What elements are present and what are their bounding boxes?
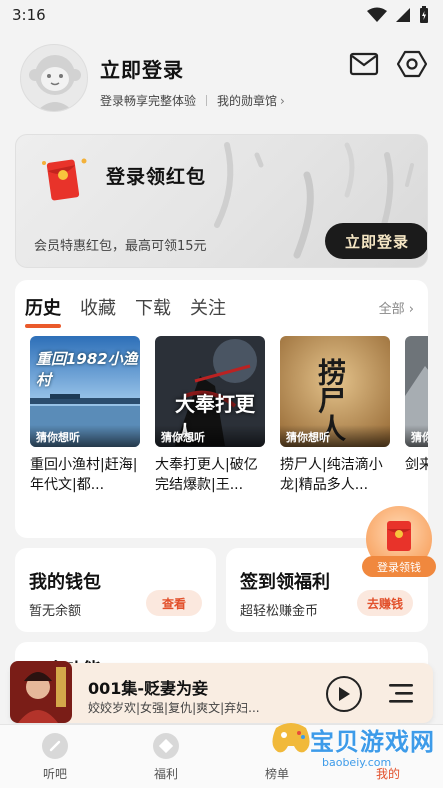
wallet-subtitle: 暂无余额 — [29, 604, 82, 619]
earn-money-button[interactable]: 去赚钱 — [357, 590, 413, 616]
history-card: 历史 收藏 下载 关注 全部 › 重回1982小渔村 猜你想听 重回小渔村|赶海… — [15, 280, 428, 538]
mini-player[interactable]: 001集-贬妻为妾 姣姣岁欢|女强|复仇|爽文|弃妇... — [10, 661, 433, 723]
listen-icon — [42, 733, 68, 759]
book-cover[interactable]: 大奉打更人 猜你想听 — [155, 336, 265, 447]
cover-tag: 猜你想听 — [280, 425, 390, 447]
book-list: 重回1982小渔村 猜你想听 重回小渔村|赶海|年代文|都... 大奉打更人 猜… — [30, 336, 428, 495]
login-title[interactable]: 立即登录 — [100, 54, 184, 83]
play-icon — [339, 687, 350, 701]
nav-label: 我的 — [375, 767, 400, 781]
chevron-right-icon: › — [408, 302, 414, 317]
history-tabs: 历史 收藏 下载 关注 — [25, 294, 226, 328]
red-packet-banner[interactable]: 登录领红包 会员特惠红包，最高可领15元 立即登录 — [15, 134, 428, 268]
cover-title-text: 重回1982小渔村 — [36, 350, 138, 389]
book-title[interactable]: 捞尸人|纯洁滴小龙|精品多人... — [280, 455, 390, 495]
wallet-title: 我的钱包 — [29, 572, 101, 593]
tab-history[interactable]: 历史 — [25, 294, 61, 328]
signin-subtitle: 超轻松赚金币 — [240, 604, 319, 619]
play-button[interactable] — [326, 676, 362, 712]
book-title[interactable]: 重回小渔村|赶海|年代文|都... — [30, 455, 140, 495]
login-subtitle-row: 登录畅享完整体验 我的勋章馆 › — [100, 92, 285, 109]
nav-item-mine[interactable]: 我的 — [358, 733, 418, 782]
cover-tag: 猜你想听 — [155, 425, 265, 447]
signin-title: 签到领福利 — [240, 572, 330, 593]
player-subtitle: 姣姣岁欢|女强|复仇|爽文|弃妇... — [88, 701, 260, 715]
banner-title: 登录领红包 — [106, 166, 207, 188]
book-item[interactable]: 捞尸人 猜你想听 捞尸人|纯洁滴小龙|精品多人... — [280, 336, 390, 495]
red-packet-icon — [42, 158, 87, 201]
nav-label: 听吧 — [42, 767, 67, 781]
wallet-card[interactable]: 我的钱包 暂无余额 查看 — [15, 548, 216, 632]
status-time: 3:16 — [12, 6, 46, 24]
book-item[interactable]: 重回1982小渔村 猜你想听 重回小渔村|赶海|年代文|都... — [30, 336, 140, 495]
tab-downloads[interactable]: 下载 — [135, 294, 171, 320]
book-cover[interactable]: 重回1982小渔村 猜你想听 — [30, 336, 140, 447]
book-title[interactable]: 大奉打更人|破亿完结爆款|王... — [155, 455, 265, 495]
signal-icon — [396, 8, 410, 22]
gift-icon — [153, 733, 179, 759]
badge-hall-link[interactable]: 我的勋章馆 — [217, 92, 277, 109]
nav-label: 福利 — [153, 767, 178, 781]
tab-following[interactable]: 关注 — [190, 294, 226, 320]
book-item[interactable]: 大奉打更人 猜你想听 大奉打更人|破亿完结爆款|王... — [155, 336, 265, 495]
mail-icon[interactable] — [348, 48, 380, 80]
profile-header: 立即登录 登录畅享完整体验 我的勋章馆 › — [0, 40, 443, 126]
banner-login-button[interactable]: 立即登录 — [325, 223, 427, 259]
book-cover[interactable]: 猜你 — [405, 336, 428, 447]
avatar[interactable] — [20, 44, 88, 112]
cover-tag: 猜你想听 — [30, 425, 140, 447]
nav-item-rank[interactable]: 榜单 — [247, 733, 307, 782]
book-cover[interactable]: 捞尸人 猜你想听 — [280, 336, 390, 447]
player-cover[interactable] — [10, 661, 72, 723]
playlist-icon[interactable] — [387, 679, 415, 707]
floating-login-gift[interactable]: 登录领钱 — [362, 506, 436, 584]
player-title: 001集-贬妻为妾 — [88, 679, 209, 698]
wallet-view-button[interactable]: 查看 — [146, 590, 202, 616]
settings-icon[interactable] — [396, 48, 428, 80]
chevron-right-icon: › — [280, 93, 285, 108]
battery-icon — [420, 6, 428, 23]
view-all-link[interactable]: 全部 › — [379, 298, 414, 317]
view-all-label: 全部 — [378, 302, 405, 317]
login-subtitle[interactable]: 登录畅享完整体验 — [100, 92, 196, 109]
nav-label: 榜单 — [264, 767, 289, 781]
status-bar: 3:16 — [0, 0, 443, 30]
red-envelope-icon — [387, 521, 411, 551]
book-title[interactable]: 剑来有声 — [405, 455, 428, 495]
tab-favorites[interactable]: 收藏 — [80, 294, 116, 320]
profile-icon — [375, 733, 401, 759]
bottom-navigation: 听吧 福利 榜单 我的 — [0, 724, 443, 788]
wifi-icon — [367, 7, 387, 22]
book-item[interactable]: 猜你 剑来有声 — [405, 336, 428, 495]
cover-tag: 猜你 — [405, 425, 428, 447]
banner-description: 会员特惠红包，最高可领15元 — [34, 239, 207, 254]
nav-item-listen[interactable]: 听吧 — [25, 733, 85, 782]
divider — [206, 95, 208, 106]
login-money-label: 登录领钱 — [362, 556, 436, 577]
rank-icon — [264, 733, 290, 759]
nav-item-welfare[interactable]: 福利 — [136, 733, 196, 782]
